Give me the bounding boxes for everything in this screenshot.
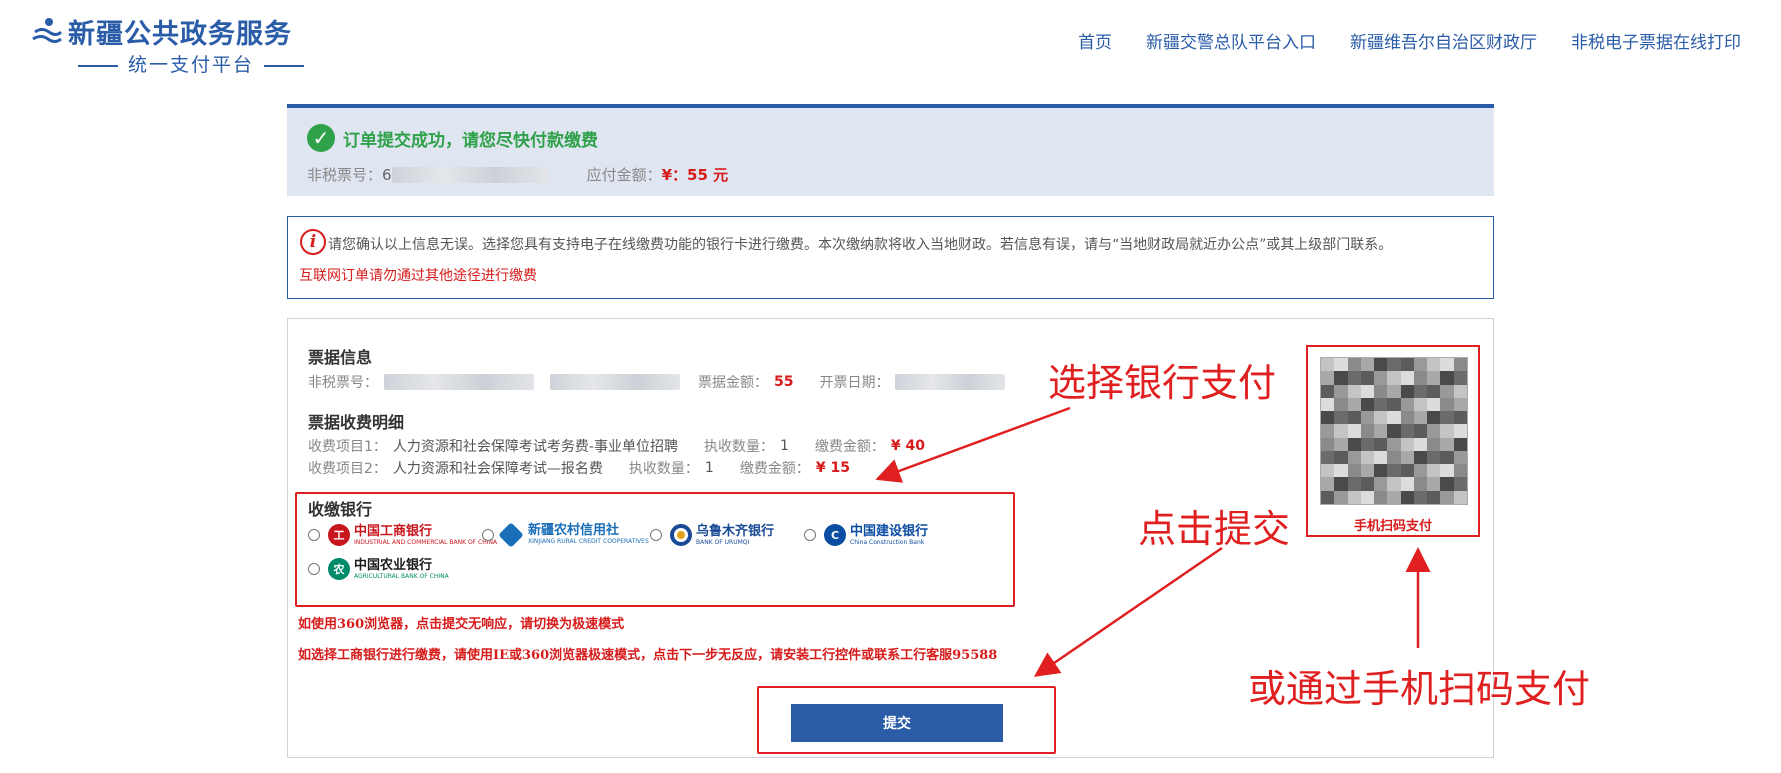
arrow-to-submit xyxy=(1033,546,1223,677)
arrow-to-banks xyxy=(875,406,1071,483)
annotation-arrows xyxy=(875,406,1431,677)
